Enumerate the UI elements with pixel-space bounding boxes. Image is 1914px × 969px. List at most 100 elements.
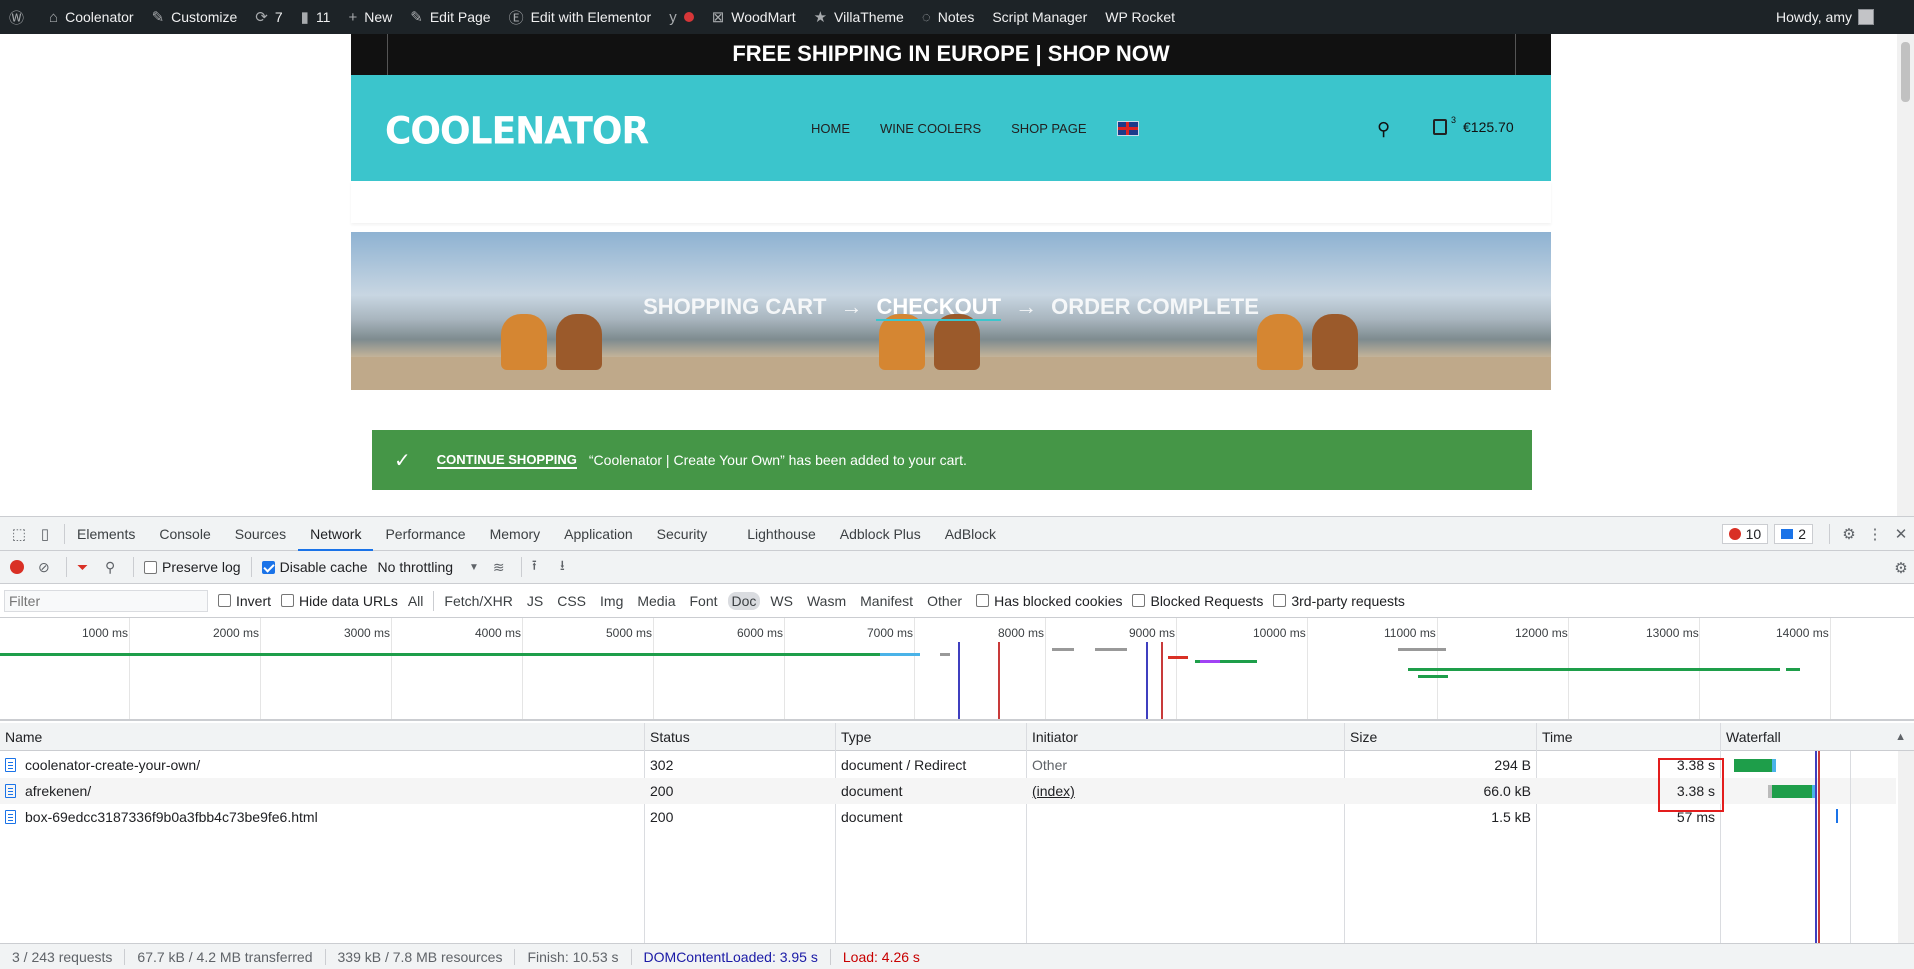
- promo-bar[interactable]: FREE SHIPPING IN EUROPE | SHOP NOW: [351, 34, 1551, 75]
- column-time[interactable]: Time: [1537, 723, 1721, 751]
- column-type[interactable]: Type: [836, 723, 1027, 751]
- type-css[interactable]: CSS: [553, 592, 590, 610]
- site-header: COOLENATOR HOME WINE COOLERS SHOP PAGE ⚲…: [351, 75, 1551, 181]
- tab-console[interactable]: Console: [147, 517, 222, 551]
- banner-person: [1257, 314, 1303, 370]
- type-fetch-xhr[interactable]: Fetch/XHR: [440, 592, 516, 610]
- step-shopping-cart[interactable]: SHOPPING CART: [643, 294, 826, 319]
- waterfall-bar: [1772, 785, 1812, 798]
- continue-shopping-link[interactable]: CONTINUE SHOPPING: [436, 452, 577, 469]
- type-img[interactable]: Img: [596, 592, 627, 610]
- nav-shop-page[interactable]: SHOP PAGE: [1011, 121, 1086, 136]
- wifi-settings-icon[interactable]: ≋: [493, 559, 511, 576]
- wp-logo-icon[interactable]: Ⓦ: [0, 0, 40, 34]
- request-table: Name Status Type Initiator Size Time Wat…: [0, 723, 1914, 943]
- type-font[interactable]: Font: [686, 592, 722, 610]
- table-scrollbar[interactable]: [1898, 751, 1914, 943]
- waterfall-bar-download: [1772, 759, 1776, 772]
- gear-icon[interactable]: ⚙: [1840, 525, 1858, 543]
- filter-icon[interactable]: ⏷: [77, 559, 95, 576]
- inspect-element-icon[interactable]: ⬚: [10, 525, 28, 543]
- preserve-log-checkbox[interactable]: Preserve log: [144, 559, 241, 575]
- page-scrollbar[interactable]: [1897, 34, 1914, 516]
- filter-input[interactable]: [4, 589, 208, 612]
- sort-ascending-icon: ▲: [1895, 731, 1906, 743]
- notes-link[interactable]: ◌ Notes: [913, 0, 984, 34]
- tab-security[interactable]: Security: [645, 517, 720, 551]
- column-name[interactable]: Name: [0, 723, 645, 751]
- type-manifest[interactable]: Manifest: [856, 592, 917, 610]
- scrollbar-thumb[interactable]: [1901, 42, 1910, 102]
- type-other[interactable]: Other: [923, 592, 966, 610]
- villatheme-link[interactable]: ★ VillaTheme: [805, 0, 913, 34]
- tab-application[interactable]: Application: [552, 517, 645, 551]
- error-counter[interactable]: 10: [1721, 524, 1769, 544]
- document-icon: [5, 784, 16, 798]
- message-counter[interactable]: 2: [1774, 524, 1813, 544]
- hide-data-urls-checkbox[interactable]: Hide data URLs: [281, 593, 398, 609]
- record-button[interactable]: [10, 560, 24, 574]
- invert-checkbox[interactable]: Invert: [218, 593, 271, 609]
- type-ws[interactable]: WS: [766, 592, 797, 610]
- header-spacer: [351, 181, 1551, 223]
- blocked-requests-checkbox[interactable]: Blocked Requests: [1132, 593, 1263, 609]
- script-manager-link[interactable]: Script Manager: [983, 0, 1096, 34]
- tab-sources[interactable]: Sources: [223, 517, 298, 551]
- third-party-checkbox[interactable]: 3rd-party requests: [1273, 593, 1405, 609]
- tab-lighthouse[interactable]: Lighthouse: [735, 517, 828, 551]
- edit-elementor-link[interactable]: Ⓔ Edit with Elementor: [500, 0, 661, 34]
- table-row[interactable]: box-69edcc3187336f9b0a3fbb4c73be9fe6.htm…: [0, 804, 1896, 830]
- comments-link[interactable]: ▮ 11: [292, 0, 340, 34]
- load-marker: [1818, 751, 1820, 943]
- devtools-tabbar: ⬚ ▯ Elements Console Sources Network Per…: [0, 517, 1914, 551]
- type-doc[interactable]: Doc: [727, 591, 761, 610]
- step-checkout[interactable]: CHECKOUT: [876, 294, 1002, 321]
- export-har-icon[interactable]: ⭳: [560, 555, 578, 579]
- column-size[interactable]: Size: [1345, 723, 1537, 751]
- tab-performance[interactable]: Performance: [373, 517, 477, 551]
- network-settings-gear-icon[interactable]: ⚙: [1892, 559, 1910, 577]
- tab-adblock[interactable]: AdBlock: [933, 517, 1008, 551]
- site-name-link[interactable]: ⌂ Coolenator: [40, 0, 143, 34]
- customize-link[interactable]: ✎ Customize: [143, 0, 247, 34]
- search-icon[interactable]: ⚲: [1377, 119, 1390, 140]
- type-media[interactable]: Media: [633, 592, 679, 610]
- avatar[interactable]: [1858, 9, 1874, 25]
- yoast-link[interactable]: y: [660, 0, 703, 34]
- search-icon[interactable]: ⚲: [105, 559, 123, 576]
- has-blocked-cookies-checkbox[interactable]: Has blocked cookies: [976, 593, 1122, 609]
- nav-wine-coolers[interactable]: WINE COOLERS: [880, 121, 981, 136]
- woodmart-link[interactable]: ⊠ WoodMart: [703, 0, 805, 34]
- column-status[interactable]: Status: [645, 723, 836, 751]
- type-js[interactable]: JS: [523, 592, 547, 610]
- more-options-icon[interactable]: ⋮: [1866, 525, 1884, 543]
- tab-memory[interactable]: Memory: [478, 517, 553, 551]
- tab-adblock-plus[interactable]: Adblock Plus: [828, 517, 933, 551]
- table-row[interactable]: afrekenen/ 200 document (index) 66.0 kB …: [0, 778, 1896, 804]
- import-har-icon[interactable]: ⭱: [532, 555, 550, 579]
- clear-icon[interactable]: ⊘: [38, 559, 56, 576]
- throttling-select[interactable]: No throttling ▼: [378, 559, 479, 575]
- account-menu[interactable]: Howdy, amy: [1776, 0, 1858, 34]
- uk-flag-icon[interactable]: [1116, 120, 1139, 136]
- nav-home[interactable]: HOME: [811, 121, 850, 136]
- close-icon[interactable]: ✕: [1892, 525, 1910, 543]
- edit-page-link[interactable]: ✎ Edit Page: [401, 0, 499, 34]
- disable-cache-checkbox[interactable]: Disable cache: [261, 559, 368, 575]
- site-logo[interactable]: COOLENATOR: [385, 110, 649, 153]
- type-wasm[interactable]: Wasm: [803, 592, 850, 610]
- tab-network[interactable]: Network: [298, 517, 374, 551]
- wp-rocket-link[interactable]: WP Rocket: [1096, 0, 1184, 34]
- updates-link[interactable]: ⟳ 7: [246, 0, 291, 34]
- device-toolbar-icon[interactable]: ▯: [36, 525, 54, 543]
- network-overview[interactable]: 1000 ms 2000 ms 3000 ms 4000 ms 5000 ms …: [0, 618, 1914, 721]
- column-initiator[interactable]: Initiator: [1027, 723, 1345, 751]
- cart-link[interactable]: €125.70: [1433, 119, 1514, 135]
- table-row[interactable]: coolenator-create-your-own/ 302 document…: [0, 752, 1896, 778]
- type-all[interactable]: All: [404, 592, 428, 610]
- column-waterfall[interactable]: Waterfall ▲: [1721, 723, 1914, 751]
- tab-elements[interactable]: Elements: [65, 517, 147, 551]
- new-link[interactable]: + New: [339, 0, 401, 34]
- request-initiator-link[interactable]: (index): [1027, 778, 1075, 804]
- tick-label: 11000 ms: [1384, 626, 1436, 640]
